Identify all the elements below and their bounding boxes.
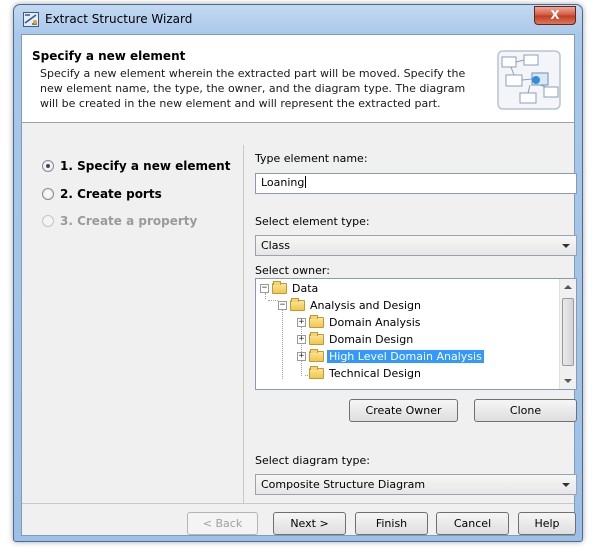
collapse-icon[interactable]: −	[260, 284, 269, 293]
folder-icon	[309, 366, 324, 379]
header-description: Specify a new element wherein the extrac…	[40, 67, 466, 110]
tree-node-domain-design[interactable]: + Domain Design	[297, 331, 415, 348]
folder-icon	[309, 332, 324, 345]
element-name-value: Loaning	[261, 176, 305, 189]
step-label: 2. Create ports	[60, 187, 162, 201]
step-radio-disabled	[42, 215, 54, 227]
diagram-type-label: Select diagram type:	[255, 454, 370, 467]
expand-icon[interactable]: +	[297, 335, 306, 344]
tree-node-label: Analysis and Design	[310, 299, 421, 312]
header-title: Specify a new element	[32, 49, 186, 63]
element-type-select[interactable]: Class	[255, 235, 577, 256]
finish-button[interactable]: Finish	[355, 512, 428, 535]
clone-button[interactable]: Clone	[474, 399, 577, 422]
step-radio-selected[interactable]	[42, 160, 54, 172]
steps-divider	[243, 145, 244, 503]
back-button: < Back	[187, 512, 258, 535]
tree-guide	[268, 300, 278, 301]
app-icon	[23, 12, 39, 27]
tree-node-domain-analysis[interactable]: + Domain Analysis	[297, 314, 423, 331]
tree-node-label: Domain Analysis	[329, 316, 421, 329]
wizard-window: Extract Structure Wizard X Specify a new…	[13, 4, 583, 542]
tree-node-data[interactable]: − Data	[260, 280, 320, 297]
create-owner-button[interactable]: Create Owner	[349, 399, 458, 422]
owner-label: Select owner:	[255, 264, 330, 277]
scroll-down-icon[interactable]	[564, 379, 572, 383]
package-icon	[272, 281, 287, 294]
title-bar: Extract Structure Wizard X	[14, 5, 582, 33]
tree-node-label: Technical Design	[329, 367, 421, 380]
footer-divider	[22, 503, 574, 504]
tree-node-analysis-and-design[interactable]: − Analysis and Design	[278, 297, 423, 314]
tree-node-label: Domain Design	[329, 333, 414, 346]
expand-icon[interactable]: +	[297, 318, 306, 327]
scroll-up-icon[interactable]	[564, 285, 572, 289]
step-label: 1. Specify a new element	[60, 159, 231, 173]
close-button[interactable]: X	[534, 6, 576, 25]
structure-diagram-icon	[497, 50, 561, 110]
tree-guide	[282, 309, 283, 379]
step-specify-new-element[interactable]: 1. Specify a new element	[42, 157, 230, 175]
tree-node-label: Data	[292, 282, 319, 295]
diagram-type-value: Composite Structure Diagram	[261, 478, 426, 491]
chevron-down-icon[interactable]	[562, 244, 570, 248]
window-title: Extract Structure Wizard	[45, 12, 193, 26]
cancel-button[interactable]: Cancel	[436, 512, 509, 535]
tree-node-technical-design[interactable]: Technical Design	[309, 365, 423, 382]
owner-tree[interactable]: − Data − Analysis and Design + Domain An…	[255, 278, 577, 390]
next-button[interactable]: Next >	[273, 512, 346, 535]
element-type-label: Select element type:	[255, 215, 370, 228]
tree-node-high-level-domain-analysis[interactable]: + High Level Domain Analysis	[297, 348, 484, 365]
tree-node-label: High Level Domain Analysis	[327, 350, 484, 363]
help-button[interactable]: Help	[518, 512, 576, 535]
collapse-icon[interactable]: −	[278, 301, 287, 310]
folder-icon	[309, 315, 324, 328]
step-create-property: 3. Create a property	[42, 212, 197, 230]
element-name-field[interactable]: Loaning	[255, 173, 577, 194]
folder-icon	[309, 349, 324, 362]
step-create-ports[interactable]: 2. Create ports	[42, 185, 162, 203]
header-banner: Specify a new element Specify a new elem…	[22, 35, 574, 123]
diagram-type-select[interactable]: Composite Structure Diagram	[255, 474, 577, 495]
element-name-label: Type element name:	[255, 152, 368, 165]
text-caret	[305, 176, 307, 188]
step-radio[interactable]	[42, 188, 54, 200]
dialog-body: Specify a new element Specify a new elem…	[21, 34, 577, 536]
expand-icon[interactable]: +	[297, 352, 306, 361]
folder-open-icon	[290, 298, 305, 311]
scroll-thumb[interactable]	[562, 298, 574, 366]
step-label: 3. Create a property	[60, 214, 198, 228]
tree-scrollbar[interactable]	[559, 279, 576, 389]
chevron-down-icon[interactable]	[562, 483, 570, 487]
element-type-value: Class	[261, 239, 290, 252]
